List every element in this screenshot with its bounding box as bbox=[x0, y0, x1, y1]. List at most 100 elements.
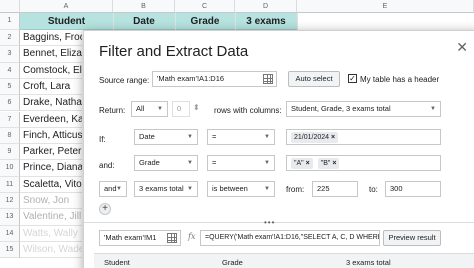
value-chip: "B" × bbox=[317, 158, 340, 169]
row-number[interactable]: 9 bbox=[0, 144, 20, 161]
student-cell[interactable]: Drake, Natha bbox=[20, 95, 82, 112]
row-number[interactable]: 15 bbox=[0, 241, 20, 259]
preview-column-total: 3 exams total bbox=[346, 258, 391, 267]
filter-extract-dialog: Filter and Extract Data ✕ Source range: … bbox=[83, 30, 474, 268]
output-range-value: 'Math exam'!M1 bbox=[104, 233, 157, 242]
range-picker-icon[interactable] bbox=[167, 233, 177, 243]
condition-3-logic-select[interactable]: and ▼ bbox=[99, 181, 127, 197]
chip-remove-icon[interactable]: × bbox=[331, 134, 335, 141]
output-range-input[interactable]: 'Math exam'!M1 bbox=[99, 230, 181, 246]
panel-splitter[interactable] bbox=[84, 222, 474, 223]
select-all-corner[interactable] bbox=[0, 0, 20, 13]
value-chip: 21/01/2024 × bbox=[291, 132, 339, 143]
close-icon[interactable]: ✕ bbox=[456, 39, 468, 56]
chevron-down-icon: ▼ bbox=[187, 160, 193, 166]
student-cell[interactable]: Watts, Wally bbox=[20, 226, 82, 242]
source-range-label: Source range: bbox=[99, 76, 150, 85]
chevron-down-icon: ▼ bbox=[264, 160, 270, 166]
stepper-icon[interactable]: ⬍ bbox=[193, 103, 200, 112]
condition-3-column-value: 3 exams total bbox=[139, 184, 184, 193]
condition-2-operator-value: = bbox=[212, 158, 217, 167]
preview-column-grade: Grade bbox=[222, 258, 243, 267]
row-number[interactable]: 11 bbox=[0, 176, 20, 193]
chip-remove-icon[interactable]: × bbox=[332, 160, 336, 167]
to-input[interactable]: 300 bbox=[385, 181, 441, 197]
header-checkbox[interactable]: ✓ bbox=[348, 74, 357, 83]
column-header-b[interactable]: B bbox=[113, 0, 175, 13]
row-number[interactable]: 13 bbox=[0, 209, 20, 226]
row-number[interactable]: 4 bbox=[0, 62, 20, 79]
chevron-down-icon: ▼ bbox=[116, 186, 122, 192]
student-cell[interactable]: Prince, Diana bbox=[20, 160, 82, 177]
row-number[interactable]: 8 bbox=[0, 127, 20, 145]
row-number[interactable]: 10 bbox=[0, 160, 20, 177]
header-cell-total[interactable]: 3 exams total bbox=[235, 13, 297, 44]
condition-2-operator-select[interactable]: = ▼ bbox=[207, 155, 275, 171]
condition-3-operator-select[interactable]: is between ▼ bbox=[207, 181, 275, 197]
row-number[interactable]: 12 bbox=[0, 193, 20, 210]
chip-remove-icon[interactable]: × bbox=[306, 160, 310, 167]
student-cell[interactable]: Comstock, Eli bbox=[20, 63, 82, 79]
column-header-e[interactable]: E bbox=[297, 0, 474, 13]
student-cell[interactable]: Baggins, Froc bbox=[20, 30, 82, 47]
preview-column-student: Student bbox=[104, 258, 130, 267]
row-number[interactable]: 1 bbox=[0, 13, 20, 30]
columns-value: Student, Grade, 3 exams total bbox=[291, 104, 391, 113]
student-cell[interactable]: Scaletta, Vito bbox=[20, 177, 82, 193]
rows-with-columns-label: rows with columns: bbox=[214, 106, 282, 115]
dialog-title: Filter and Extract Data bbox=[99, 43, 249, 60]
student-cell[interactable]: Everdeen, Ka bbox=[20, 112, 82, 128]
range-picker-icon[interactable] bbox=[263, 74, 273, 84]
drag-handle-icon[interactable]: ••• bbox=[264, 218, 275, 227]
from-input[interactable]: 225 bbox=[312, 181, 358, 197]
chevron-down-icon: ▼ bbox=[187, 186, 193, 192]
condition-and-label: and: bbox=[99, 161, 115, 170]
formula-field[interactable]: =QUERY('Math exam'!A1:D16,"SELECT A, C, … bbox=[200, 230, 380, 246]
column-header-d[interactable]: D bbox=[235, 0, 297, 13]
condition-2-column-select[interactable]: Grade ▼ bbox=[134, 155, 198, 171]
return-label: Return: bbox=[99, 106, 126, 115]
column-header-a[interactable]: A bbox=[20, 0, 113, 13]
preview-table-header: Student Grade 3 exams total bbox=[94, 253, 474, 268]
return-mode-value: All bbox=[136, 104, 145, 113]
row-number[interactable]: 5 bbox=[0, 78, 20, 96]
chevron-down-icon: ▼ bbox=[430, 106, 436, 112]
header-checkbox-label: My table has a header bbox=[360, 75, 440, 84]
chevron-down-icon: ▼ bbox=[264, 134, 270, 140]
student-cell[interactable]: Bennet, Eliza bbox=[20, 46, 82, 63]
condition-2-value-field[interactable]: "A" × "B" × bbox=[286, 155, 441, 171]
condition-1-column-select[interactable]: Date ▼ bbox=[134, 129, 198, 145]
condition-1-value-field[interactable]: 21/01/2024 × bbox=[286, 129, 441, 145]
return-mode-select[interactable]: All ▼ bbox=[131, 101, 168, 117]
add-condition-button[interactable]: + bbox=[99, 203, 111, 215]
student-cell[interactable]: Valentine, Jill bbox=[20, 209, 82, 226]
header-cell-grade[interactable]: Grade bbox=[175, 13, 235, 30]
chevron-down-icon: ▼ bbox=[157, 106, 163, 112]
condition-3-column-select[interactable]: 3 exams total ▼ bbox=[134, 181, 198, 197]
row-number[interactable]: 14 bbox=[0, 225, 20, 242]
student-cell[interactable]: Snow, Jon bbox=[20, 193, 82, 210]
return-count-input[interactable]: 0 bbox=[172, 101, 190, 117]
student-cell[interactable]: Wilson, Wade bbox=[20, 242, 82, 259]
student-cell[interactable]: Croft, Lara bbox=[20, 79, 82, 96]
row-number[interactable]: 7 bbox=[0, 111, 20, 128]
header-cell-student[interactable]: Student bbox=[20, 13, 113, 30]
preview-result-button[interactable]: Preview result bbox=[383, 230, 441, 246]
student-cell[interactable]: Finch, Atticus bbox=[20, 128, 82, 145]
row-number[interactable]: 6 bbox=[0, 95, 20, 112]
columns-select[interactable]: Student, Grade, 3 exams total ▼ bbox=[286, 101, 441, 117]
column-header-c[interactable]: C bbox=[175, 0, 235, 13]
source-range-input[interactable]: 'Math exam'!A1:D16 bbox=[152, 71, 277, 87]
condition-1-operator-select[interactable]: = ▼ bbox=[207, 129, 275, 145]
auto-select-button[interactable]: Auto select bbox=[288, 71, 340, 87]
to-label: to: bbox=[369, 185, 378, 194]
header-cell-date[interactable]: Date bbox=[113, 13, 175, 30]
condition-1-column-value: Date bbox=[139, 132, 155, 141]
chevron-down-icon: ▼ bbox=[264, 186, 270, 192]
student-cell[interactable]: Parker, Peter bbox=[20, 144, 82, 161]
fx-icon: fx bbox=[188, 232, 196, 241]
row-number[interactable]: 3 bbox=[0, 46, 20, 63]
condition-3-logic-value: and bbox=[104, 184, 117, 193]
row-number[interactable]: 2 bbox=[0, 30, 20, 47]
source-range-value: 'Math exam'!A1:D16 bbox=[157, 74, 225, 83]
